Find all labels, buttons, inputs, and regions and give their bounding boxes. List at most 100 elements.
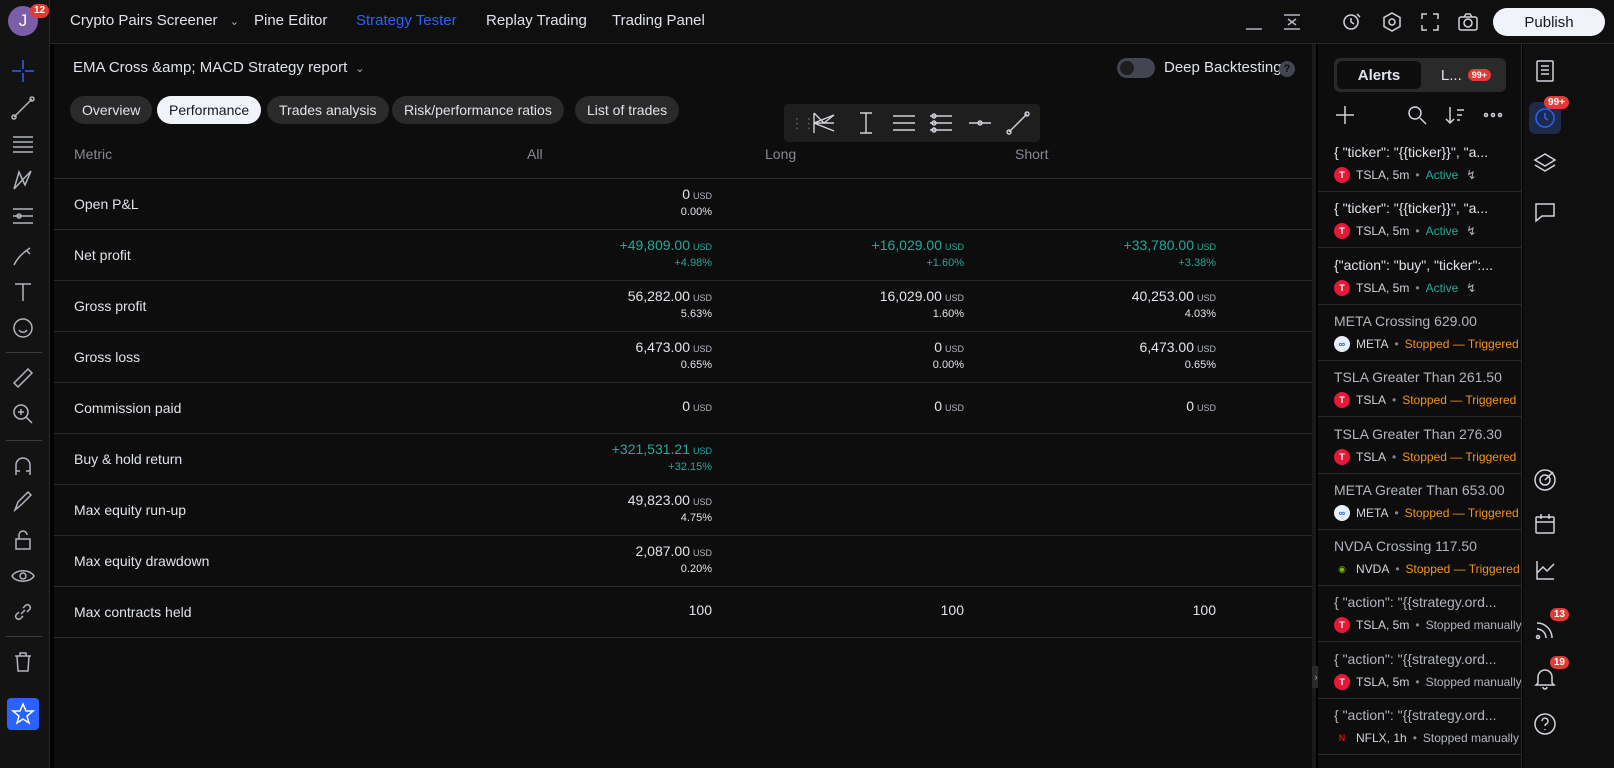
currency-label: USD [692,446,712,456]
fib-tool-icon[interactable] [7,128,39,160]
cell-all: 49,823.00 USD 4.75% [512,492,712,524]
separator-dot: • [1412,731,1417,745]
watchlist-icon[interactable] [1529,55,1561,87]
tab-log[interactable]: L... 99+ [1430,61,1502,89]
trigger-icon: ↯ [1466,280,1477,295]
row-label: Gross profit [74,298,147,314]
alert-meta: T TSLA, 5m • Active ↯ [1334,167,1476,183]
tab-strategy-tester[interactable]: Strategy Tester [356,12,457,29]
panel-divider[interactable] [1312,44,1316,768]
search-icon[interactable] [1406,104,1432,130]
subtab-performance[interactable]: Performance [157,96,262,124]
cell-short: 40,253.00 USD 4.03% [1016,288,1216,320]
camera-icon[interactable] [1454,8,1482,36]
value-number: 6,473.00 [1139,339,1194,355]
maximize-panel-icon[interactable] [1280,10,1304,34]
lines-icon[interactable] [890,109,918,137]
pitchfork-icon[interactable] [810,109,838,137]
tab-replay-trading[interactable]: Replay Trading [486,12,587,29]
currency-label: USD [944,293,964,303]
target-icon[interactable] [1529,464,1561,496]
alert-item[interactable]: { "ticker": "{{ticker}}", "a... T TSLA, 5m… [1318,192,1521,249]
crosshair-tool-icon[interactable] [7,55,39,87]
alerts-clock-icon[interactable]: 99+ [1529,96,1569,134]
tab-alerts[interactable]: Alerts [1337,61,1421,89]
subtab-trades-analysis[interactable]: Trades analysis [267,96,389,124]
pattern-tool-icon[interactable] [7,164,39,196]
text-cursor-icon[interactable] [852,109,880,137]
brush-tool-icon[interactable] [7,240,39,272]
report-title-dropdown[interactable]: EMA Cross &amp; MACD Strategy report ⌄ [73,59,364,76]
alert-item[interactable]: { "action": "{{strategy.ord... T TSLA, 5m •… [1318,643,1521,699]
settings-gear-icon[interactable] [1378,8,1406,36]
cell-value: +33,780.00 USD [1016,237,1216,253]
replay-icon[interactable] [1338,8,1366,36]
layers-icon[interactable] [1529,148,1561,180]
zoom-in-icon[interactable] [7,398,39,430]
forecast-tool-icon[interactable] [7,200,39,232]
tab-pine-editor[interactable]: Pine Editor [254,12,327,29]
toolbar-separator [6,352,42,353]
alert-meta: N NFLX, 1h • Stopped manually [1334,730,1519,746]
ruler-tool-icon[interactable] [7,362,39,394]
alert-item[interactable]: { "ticker": "{{ticker}}", "a... T TSLA, 5m… [1318,136,1521,192]
horizontal-ray-icon[interactable] [966,109,994,137]
eye-icon[interactable] [7,560,39,592]
subtab-overview[interactable]: Overview [70,96,153,124]
tab-crypto-pairs-screener[interactable]: Crypto Pairs Screener ⌄ [70,12,239,29]
help-circle-icon[interactable] [1529,708,1561,740]
sort-icon[interactable] [1444,104,1470,130]
alert-meta: T TSLA, 5m • Active ↯ [1334,279,1477,296]
trend-line-tool-icon[interactable] [7,92,39,124]
subtab-risk-performance-ratios[interactable]: Risk/performance ratios [392,96,564,124]
tab-trading-panel[interactable]: Trading Panel [612,12,705,29]
fullscreen-icon[interactable] [1416,8,1444,36]
alerts-toolbar [1318,102,1521,132]
trend-line-icon[interactable] [1004,109,1032,137]
link-icon[interactable] [7,596,39,628]
row-label: Net profit [74,247,131,263]
text-tool-icon[interactable] [7,276,39,308]
signals-icon[interactable]: 13 [1529,608,1569,646]
separator-dot: • [1395,562,1400,577]
alert-item[interactable]: META Greater Than 653.00 ∞ META • Stopped — … [1318,474,1521,530]
unlock-icon[interactable] [7,524,39,556]
alert-item[interactable]: {"action": "buy", "ticker":... T TSLA, 5m •… [1318,249,1521,305]
add-alert-icon[interactable] [1334,104,1360,130]
help-icon[interactable]: ? [1279,61,1295,77]
publish-button[interactable]: Publish [1493,8,1605,36]
trash-icon[interactable] [7,646,39,678]
alert-meta: T TSLA, 5m • Stopped manually [1334,673,1521,690]
line-settings-icon[interactable] [927,109,955,137]
alert-item[interactable]: NVDA Crossing 117.50 ◉ NVDA • Stopped — Trig… [1318,530,1521,587]
calendar-icon[interactable] [1529,508,1561,540]
alert-item[interactable]: { "action": "{{strategy.ord... T TSLA, 5m •… [1318,586,1522,643]
magnet-icon[interactable] [7,450,39,482]
more-options-icon[interactable] [1482,104,1508,130]
alert-item[interactable]: { "action": "{{strategy.ord... N NFLX, 1h •… [1318,699,1521,755]
emoji-tool-icon[interactable] [7,312,39,344]
lock-drawing-icon[interactable] [7,486,39,518]
cell-all: 100 [512,602,712,618]
subtab-list-of-trades[interactable]: List of trades [575,96,680,124]
notifications-bell-icon[interactable]: 19 [1529,656,1569,694]
alert-status: Active [1425,168,1459,182]
separator-dot: • [1394,336,1399,351]
favorites-star-icon[interactable] [7,698,39,730]
pine-script-icon[interactable] [1529,554,1561,586]
alert-item[interactable]: TSLA Greater Than 276.30 T TSLA • Stopped — … [1318,418,1521,474]
chevron-down-icon: ⌄ [229,16,239,28]
minimize-panel-icon[interactable] [1242,10,1266,34]
tsla-logo-icon: T [1334,673,1350,690]
alert-item[interactable]: TSLA Greater Than 261.50 T TSLA • Stopped — … [1318,361,1521,418]
alert-item[interactable]: META Crossing 629.00 ∞ META • Stopped — Trig… [1318,305,1521,361]
value-number: 100 [688,602,712,618]
alert-status: Stopped manually [1425,618,1522,633]
cell-percent: +1.60% [926,257,964,269]
deep-backtesting-toggle[interactable] [1117,58,1155,78]
alert-title: { "ticker": "{{ticker}}", "a... [1334,144,1489,160]
cell-percent: +3.38% [1178,257,1216,269]
chat-icon[interactable] [1529,196,1561,228]
alert-meta: T TSLA, 5m • Active ↯ [1334,223,1476,240]
alert-title: META Crossing 629.00 [1334,312,1477,329]
